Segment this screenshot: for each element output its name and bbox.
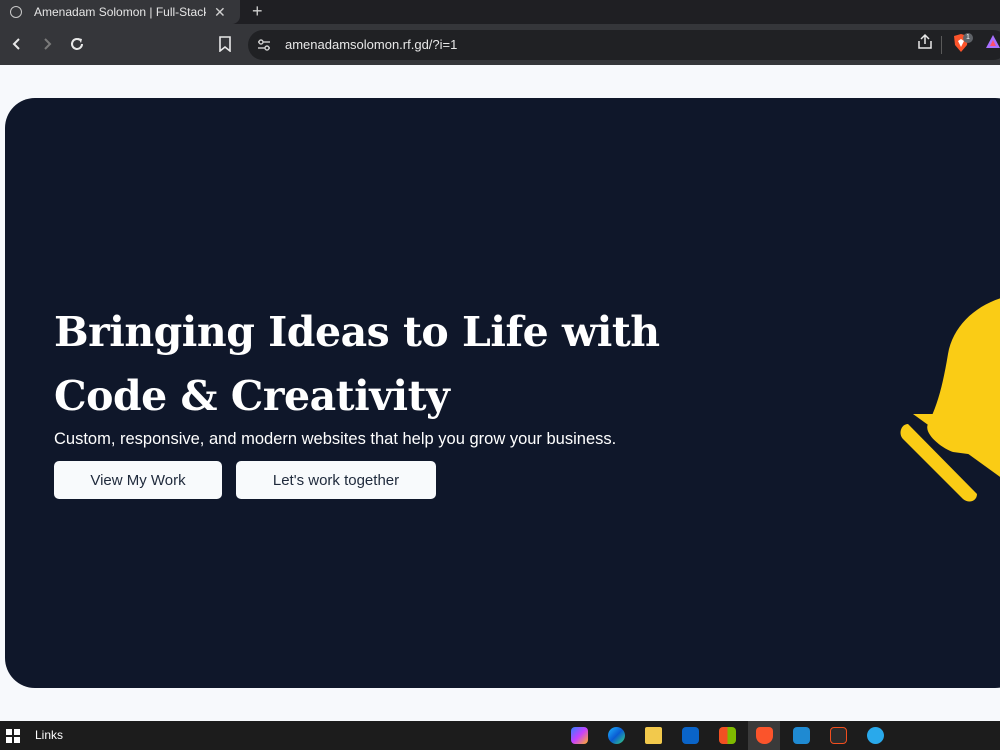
bookmark-icon [219, 36, 231, 52]
taskbar-links-toolbar[interactable]: Links [35, 728, 63, 742]
browser-toolbar: amenadamsolomon.rf.gd/?i=1 1 [0, 24, 1000, 65]
close-tab-icon[interactable]: ✕ [214, 4, 226, 21]
vscode-icon[interactable] [793, 727, 810, 744]
bookmark-button[interactable] [213, 32, 237, 56]
brave-icon[interactable] [756, 727, 773, 744]
browser-tab[interactable]: Amenadam Solomon | Full-Stack ✕ [0, 0, 240, 24]
lightbulb-icon [900, 298, 1000, 502]
figma-icon[interactable] [830, 727, 847, 744]
share-icon[interactable] [916, 33, 934, 51]
new-tab-button[interactable]: + [252, 0, 263, 22]
hero-section: Bringing Ideas to Life with Code & Creat… [5, 98, 1000, 688]
browser-tab-strip: Amenadam Solomon | Full-Stack ✕ + [0, 0, 1000, 24]
lets-work-together-button[interactable]: Let's work together [236, 461, 436, 499]
address-bar[interactable]: amenadamsolomon.rf.gd/?i=1 [248, 30, 1000, 60]
hero-subheadline: Custom, responsive, and modern websites … [54, 430, 617, 448]
forward-button[interactable] [35, 32, 59, 56]
url-text: amenadamsolomon.rf.gd/?i=1 [285, 37, 458, 52]
windows-logo-icon [6, 729, 12, 735]
site-settings-icon [258, 39, 270, 51]
brave-rewards-icon[interactable] [985, 33, 1000, 51]
file-explorer-icon[interactable] [645, 727, 662, 744]
telegram-icon[interactable] [867, 727, 884, 744]
store-icon[interactable] [719, 727, 736, 744]
toolbar-separator [941, 36, 942, 54]
outlook-icon[interactable] [682, 727, 699, 744]
back-arrow-icon [12, 38, 20, 50]
tab-title: Amenadam Solomon | Full-Stack [34, 5, 206, 19]
edge-icon[interactable] [608, 727, 625, 744]
reload-icon [71, 38, 83, 50]
back-button[interactable] [5, 32, 29, 56]
reload-button[interactable] [65, 32, 89, 56]
view-my-work-button[interactable]: View My Work [54, 461, 222, 499]
forward-arrow-icon [44, 38, 52, 50]
windows-taskbar: Links [0, 721, 1000, 750]
hero-headline: Bringing Ideas to Life with Code & Creat… [54, 308, 660, 420]
page-viewport: Bringing Ideas to Life with Code & Creat… [0, 65, 1000, 721]
brave-badge-count: 1 [963, 33, 973, 43]
globe-icon [10, 6, 22, 18]
copilot-icon[interactable] [571, 727, 588, 744]
start-button[interactable] [6, 729, 20, 743]
